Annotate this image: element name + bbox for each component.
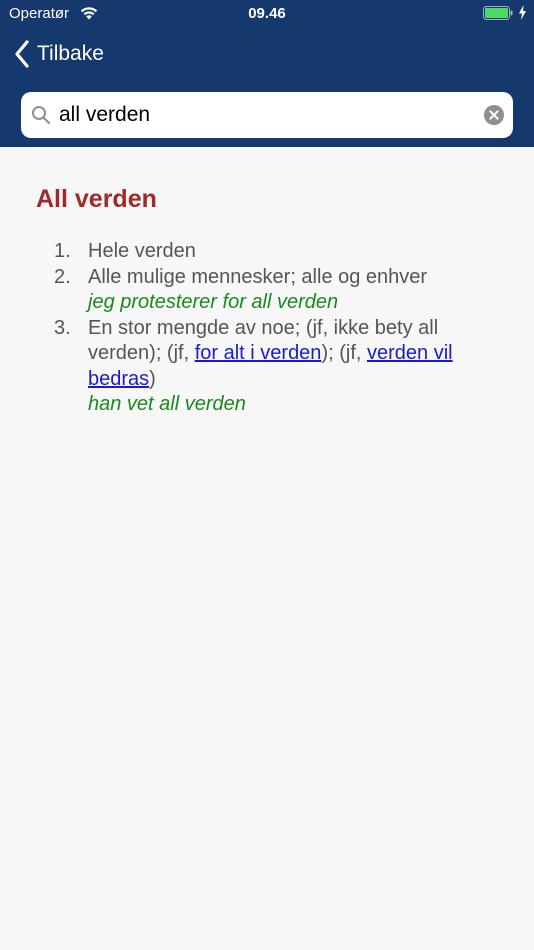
cross-reference-link[interactable]: for alt i verden <box>195 342 322 364</box>
definition-text: Hele verden <box>88 240 196 262</box>
clock: 09.46 <box>248 5 286 22</box>
sense-number: 2. <box>54 265 71 288</box>
sense-item: 2. Alle mulige mennesker; alle og enhver… <box>54 265 484 316</box>
sense-number: 3. <box>54 316 71 339</box>
chevron-left-icon <box>15 40 29 68</box>
sense-number: 1. <box>54 240 71 262</box>
sense-definition: Hele verden <box>88 239 484 265</box>
definition-text: ) <box>149 367 156 390</box>
definition-text: ); (jf, <box>321 342 367 364</box>
sense-item: 1. Hele verden <box>54 239 484 265</box>
search-icon <box>32 106 51 125</box>
status-bar: Operatør 09.46 <box>0 0 534 28</box>
search-input[interactable] <box>59 92 469 138</box>
sense-definition: En stor mengde av noe; (jf, ikke bety al… <box>88 316 484 418</box>
dictionary-entry: All verden 1. Hele verden 2. Alle mulige… <box>0 147 534 950</box>
usage-example: han vet all verden <box>88 393 246 415</box>
entry-title: All verden <box>36 185 157 213</box>
usage-example: jeg protesterer for all verden <box>88 291 339 313</box>
charging-bolt-icon <box>519 5 526 20</box>
back-button-label: Tilbake <box>37 42 104 65</box>
definition-text: Alle mulige mennesker; alle og enhver <box>88 265 428 288</box>
battery-icon <box>483 6 513 20</box>
back-button[interactable]: Tilbake <box>14 38 104 70</box>
clear-search-icon[interactable] <box>484 105 504 125</box>
search-bar[interactable] <box>21 92 513 138</box>
sense-item: 3. En stor mengde av noe; (jf, ikke bety… <box>54 316 484 418</box>
sense-definition: Alle mulige mennesker; alle og enhver je… <box>88 265 484 316</box>
sense-list: 1. Hele verden 2. Alle mulige mennesker;… <box>54 239 484 418</box>
navigation-header: Operatør 09.46 Tilbake <box>0 0 534 147</box>
